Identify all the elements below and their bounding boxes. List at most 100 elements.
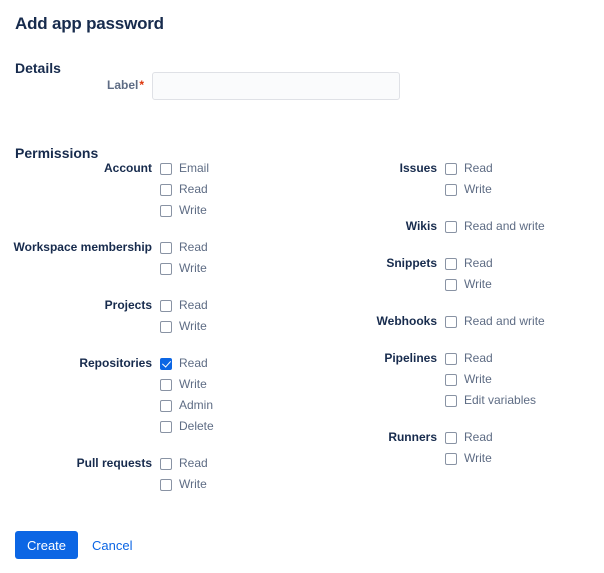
permission-option[interactable]: Write: [445, 448, 493, 469]
permission-option-label: Write: [179, 477, 207, 491]
permission-option-list: Read Write: [445, 427, 493, 469]
permission-option-label: Read and write: [464, 314, 545, 328]
permission-checkbox[interactable]: [160, 241, 172, 254]
permission-option-list: Read Write Edit variables: [445, 348, 536, 411]
permission-checkbox[interactable]: [445, 183, 457, 196]
permission-checkbox[interactable]: [160, 299, 172, 312]
permission-checkbox[interactable]: [160, 357, 172, 370]
add-app-password-page: Add app password Details Label* Permissi…: [0, 0, 604, 573]
permission-option[interactable]: Delete: [160, 416, 214, 437]
permission-checkbox[interactable]: [445, 257, 457, 270]
permission-option-label: Read: [179, 298, 208, 312]
label-field-row: Label*: [0, 72, 420, 100]
permission-group-label: Repositories: [79, 356, 152, 370]
permission-group: Issues Read Write: [285, 158, 604, 200]
permission-option-label: Email: [179, 161, 210, 175]
permission-checkbox[interactable]: [445, 162, 457, 175]
permission-option-label: Write: [464, 182, 492, 196]
permission-group-label: Webhooks: [376, 314, 437, 328]
permission-option-list: Read Write: [160, 295, 208, 337]
permission-option-label: Read: [179, 182, 208, 196]
permission-option-label: Write: [179, 319, 207, 333]
permission-option[interactable]: Admin: [160, 395, 214, 416]
permission-option[interactable]: Read and write: [445, 311, 545, 332]
permission-group-label: Workspace membership: [13, 240, 153, 254]
permission-checkbox[interactable]: [160, 378, 172, 391]
permission-checkbox[interactable]: [160, 320, 172, 333]
permission-option[interactable]: Read and write: [445, 216, 545, 237]
permission-option-label: Edit variables: [464, 393, 537, 407]
permission-checkbox[interactable]: [160, 162, 172, 175]
permission-checkbox[interactable]: [445, 315, 457, 328]
permission-option[interactable]: Write: [445, 369, 536, 390]
permissions-column-left: Account Email Read Write Workspace membershi…: [0, 158, 300, 511]
permission-checkbox[interactable]: [160, 478, 172, 491]
permission-option-label: Write: [179, 377, 207, 391]
permission-checkbox[interactable]: [160, 204, 172, 217]
permission-option-label: Delete: [179, 419, 214, 433]
permission-checkbox[interactable]: [445, 452, 457, 465]
permission-option[interactable]: Write: [160, 474, 208, 495]
permission-option[interactable]: Edit variables: [445, 390, 536, 411]
permission-checkbox[interactable]: [445, 278, 457, 291]
permission-option[interactable]: Write: [160, 374, 214, 395]
permission-option[interactable]: Write: [160, 200, 209, 221]
create-button[interactable]: Create: [15, 531, 79, 559]
permission-option[interactable]: Read: [445, 253, 493, 274]
permission-option-label: Read: [179, 240, 208, 254]
permission-option[interactable]: Write: [160, 258, 208, 279]
permission-option[interactable]: Read: [445, 427, 493, 448]
permission-checkbox[interactable]: [160, 420, 172, 433]
permission-option[interactable]: Read: [160, 453, 208, 474]
permission-option[interactable]: Read: [160, 237, 208, 258]
permission-option[interactable]: Read: [160, 353, 214, 374]
permission-checkbox[interactable]: [445, 220, 457, 233]
permission-group-label: Issues: [399, 161, 437, 175]
permission-option[interactable]: Read: [445, 158, 493, 179]
label-input[interactable]: [152, 72, 400, 100]
permission-option-label: Read: [464, 161, 493, 175]
permission-option[interactable]: Write: [445, 274, 493, 295]
permission-group: Workspace membership Read Write: [0, 237, 300, 279]
permission-checkbox[interactable]: [445, 431, 457, 444]
permission-option-list: Read Write: [160, 453, 208, 495]
permission-checkbox[interactable]: [160, 399, 172, 412]
permission-option[interactable]: Email: [160, 158, 209, 179]
permission-group-label: Pipelines: [384, 351, 437, 365]
permission-checkbox[interactable]: [160, 457, 172, 470]
permission-option-list: Read Write Admin Delete: [160, 353, 214, 437]
page-title: Add app password: [15, 14, 164, 34]
permission-group-label: Account: [104, 161, 152, 175]
permissions-column-right: Issues Read Write Wikis Read and write Snippe…: [285, 158, 604, 485]
permission-option-label: Write: [179, 203, 207, 217]
permission-option-label: Write: [464, 372, 492, 386]
form-actions: Create Cancel: [15, 531, 133, 559]
permission-option-list: Read Write: [445, 253, 493, 295]
permission-checkbox[interactable]: [160, 262, 172, 275]
permission-option-label: Read: [179, 356, 208, 370]
permission-group: Runners Read Write: [285, 427, 604, 469]
cancel-link[interactable]: Cancel: [92, 538, 132, 553]
permission-group-label: Wikis: [405, 219, 437, 233]
permission-checkbox[interactable]: [160, 183, 172, 196]
permission-group-label: Pull requests: [76, 456, 152, 470]
permission-checkbox[interactable]: [445, 352, 457, 365]
permission-option[interactable]: Read: [160, 179, 209, 200]
permission-option-list: Read Write: [445, 158, 493, 200]
permission-option-label: Read and write: [464, 219, 545, 233]
permission-group: Repositories Read Write Admin Delete: [0, 353, 300, 437]
permission-checkbox[interactable]: [445, 394, 457, 407]
permission-option-label: Write: [464, 277, 492, 291]
permission-option[interactable]: Read: [445, 348, 536, 369]
permission-group-label: Runners: [388, 430, 437, 444]
permission-group: Pull requests Read Write: [0, 453, 300, 495]
permission-option[interactable]: Write: [160, 316, 208, 337]
permission-option-list: Read Write: [160, 237, 208, 279]
permission-option-label: Admin: [179, 398, 214, 412]
permission-option-list: Email Read Write: [160, 158, 209, 221]
permission-checkbox[interactable]: [445, 373, 457, 386]
permission-option-label: Read: [464, 351, 493, 365]
permission-option[interactable]: Write: [445, 179, 493, 200]
permission-option[interactable]: Read: [160, 295, 208, 316]
permission-option-label: Read: [179, 456, 208, 470]
